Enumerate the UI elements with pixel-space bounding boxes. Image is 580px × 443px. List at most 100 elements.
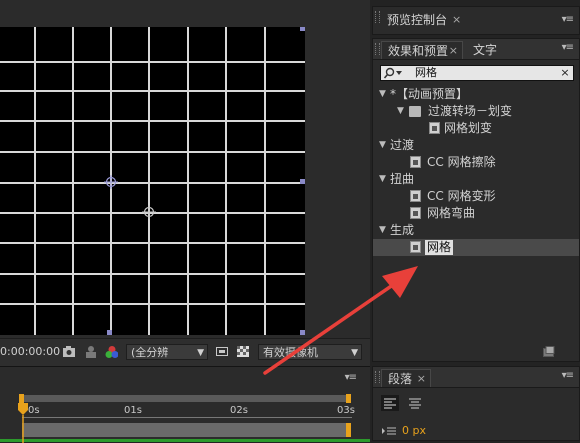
chevron-down-icon: ▼ bbox=[351, 348, 358, 358]
expand-triangle-icon[interactable]: ▼ bbox=[379, 222, 386, 239]
camera-snapshot-icon[interactable] bbox=[62, 345, 76, 358]
work-area-end-handle[interactable] bbox=[346, 394, 351, 403]
effect-icon bbox=[410, 190, 421, 202]
tree-item-label: 过渡转场－划变 bbox=[428, 104, 513, 118]
grid-line bbox=[0, 242, 305, 244]
align-center-icon[interactable] bbox=[406, 395, 424, 411]
resolution-dropdown[interactable]: (全分辨 ▼ bbox=[126, 344, 208, 360]
indent-value[interactable]: 0 px bbox=[402, 424, 426, 437]
tree-item-label: 过渡 bbox=[390, 138, 415, 152]
time-ruler-label: 0s bbox=[28, 405, 40, 416]
timecode-display[interactable]: 0:00:00:00 bbox=[0, 345, 60, 358]
timeline-panel: ▾≡ 0s 01s 02s 03s bbox=[0, 366, 370, 443]
tree-item-transition-wipe-folder[interactable]: ▼ 过渡转场－划变 bbox=[373, 103, 579, 120]
tree-item-cc-griddler[interactable]: CC 网格变形 bbox=[373, 188, 579, 205]
layer-handle[interactable] bbox=[107, 330, 112, 335]
camera-view-dropdown[interactable]: 有效摄像机 ▼ bbox=[258, 344, 362, 360]
tree-item-generate-category[interactable]: ▼ 生成 bbox=[373, 222, 579, 239]
expand-triangle-icon[interactable]: ▼ bbox=[379, 171, 386, 188]
viewer-toolbar: 0:00:00:00 (全分辨 ▼ 有效摄像机 ▼ bbox=[0, 338, 370, 366]
show-snapshot-icon[interactable] bbox=[84, 345, 98, 358]
align-left-icon[interactable] bbox=[381, 395, 399, 411]
panel-menu-icon[interactable]: ▾≡ bbox=[562, 14, 574, 25]
grid-line bbox=[0, 303, 305, 305]
tab-label: 效果和预置 bbox=[388, 44, 449, 58]
effects-tree: ▼ *【动画预置】 ▼ 过渡转场－划变 网格划变 ▼ 过渡 CC 网格擦除 ▼ … bbox=[373, 86, 579, 361]
time-ruler-label: 03s bbox=[337, 405, 355, 416]
grid-line bbox=[187, 27, 189, 335]
panel-menu-icon[interactable]: ▾≡ bbox=[562, 370, 574, 381]
layer-handle[interactable] bbox=[300, 330, 305, 335]
grid-line bbox=[72, 27, 74, 335]
viewer-top-strip bbox=[0, 0, 310, 27]
tree-item-grid-selected[interactable]: 网格 bbox=[373, 239, 579, 256]
effect-icon bbox=[410, 207, 421, 219]
grid-line bbox=[0, 120, 305, 122]
clear-search-icon[interactable]: × bbox=[559, 66, 571, 79]
close-icon[interactable]: × bbox=[452, 13, 461, 26]
time-ruler-line bbox=[22, 417, 352, 418]
layer-out-handle[interactable] bbox=[346, 423, 351, 437]
grid-line bbox=[225, 27, 227, 335]
indent-left-icon bbox=[382, 427, 396, 435]
panel-menu-icon[interactable]: ▾≡ bbox=[345, 372, 357, 383]
work-area-start-handle[interactable] bbox=[19, 394, 24, 403]
grid-anchor-icon[interactable] bbox=[142, 205, 156, 219]
panel-grip-icon[interactable] bbox=[375, 11, 380, 23]
preview-panel-title[interactable]: 预览控制台 bbox=[381, 11, 453, 29]
effects-panel-header: 效果和预置 × 文字 ▾≡ bbox=[373, 39, 579, 60]
transparency-grid-icon[interactable] bbox=[236, 345, 250, 358]
tree-item-mesh-warp[interactable]: 网格弯曲 bbox=[373, 205, 579, 222]
tab-effects-presets[interactable]: 效果和预置 × bbox=[381, 41, 463, 59]
anchor-point-icon[interactable] bbox=[104, 175, 118, 189]
preview-panel-header: 预览控制台 × ▾≡ bbox=[373, 7, 579, 34]
tree-item-animation-presets[interactable]: ▼ *【动画预置】 bbox=[373, 86, 579, 103]
expand-triangle-icon[interactable]: ▼ bbox=[379, 86, 386, 103]
folder-icon bbox=[409, 106, 421, 117]
composition-viewer: 0:00:00:00 (全分辨 ▼ 有效摄像机 ▼ bbox=[0, 0, 370, 366]
panel-grip-icon[interactable] bbox=[375, 371, 380, 383]
camera-view-label: 有效摄像机 bbox=[263, 346, 318, 359]
chevron-down-icon: ▼ bbox=[197, 348, 204, 358]
grid-line bbox=[0, 273, 305, 275]
panel-grip-icon[interactable] bbox=[375, 43, 380, 55]
grid-line bbox=[34, 27, 36, 335]
region-of-interest-icon[interactable] bbox=[215, 345, 229, 358]
grid-line bbox=[0, 90, 305, 92]
tree-item-label: *【动画预置】 bbox=[390, 87, 469, 101]
grid-line bbox=[0, 61, 305, 63]
composition-canvas[interactable] bbox=[0, 27, 305, 335]
effect-icon bbox=[410, 156, 421, 168]
new-bin-icon[interactable] bbox=[543, 346, 555, 357]
panel-menu-icon[interactable]: ▾≡ bbox=[562, 42, 574, 53]
work-area-bar[interactable] bbox=[20, 395, 350, 402]
expand-triangle-icon[interactable]: ▼ bbox=[397, 103, 404, 120]
tree-item-label: CC 网格变形 bbox=[427, 189, 496, 203]
tree-item-distort-category[interactable]: ▼ 扭曲 bbox=[373, 171, 579, 188]
tree-item-transition-category[interactable]: ▼ 过渡 bbox=[373, 137, 579, 154]
expand-triangle-icon[interactable]: ▼ bbox=[379, 137, 386, 154]
resolution-label: (全分辨 bbox=[131, 346, 169, 359]
layer-handle[interactable] bbox=[300, 179, 305, 184]
time-ruler-label: 02s bbox=[230, 405, 248, 416]
grid-line bbox=[264, 27, 266, 335]
layer-handle[interactable] bbox=[300, 27, 305, 31]
paragraph-panel: 段落 × ▾≡ 0 px bbox=[372, 366, 580, 441]
tree-item-label: CC 网格擦除 bbox=[427, 155, 496, 169]
grid-line bbox=[0, 182, 305, 184]
tree-item-label: 生成 bbox=[390, 223, 415, 237]
close-icon[interactable]: × bbox=[417, 370, 426, 388]
preview-panel: 预览控制台 × ▾≡ bbox=[372, 6, 580, 35]
search-input[interactable]: 网格 bbox=[415, 66, 437, 80]
tree-item-label: 网格划变 bbox=[444, 121, 493, 135]
playhead-icon[interactable] bbox=[17, 403, 29, 443]
tree-item-grid-wipe-preset[interactable]: 网格划变 bbox=[373, 120, 579, 137]
layer-duration-bar[interactable] bbox=[22, 423, 347, 437]
tree-item-cc-grid-wipe[interactable]: CC 网格擦除 bbox=[373, 154, 579, 171]
effects-search-field[interactable]: 网格 × bbox=[380, 65, 574, 81]
tab-label: 段落 bbox=[388, 372, 413, 386]
close-icon[interactable]: × bbox=[449, 42, 458, 60]
tab-paragraph[interactable]: 段落 × bbox=[381, 369, 431, 387]
color-channel-icon[interactable] bbox=[104, 345, 118, 358]
tab-text[interactable]: 文字 bbox=[467, 41, 503, 59]
